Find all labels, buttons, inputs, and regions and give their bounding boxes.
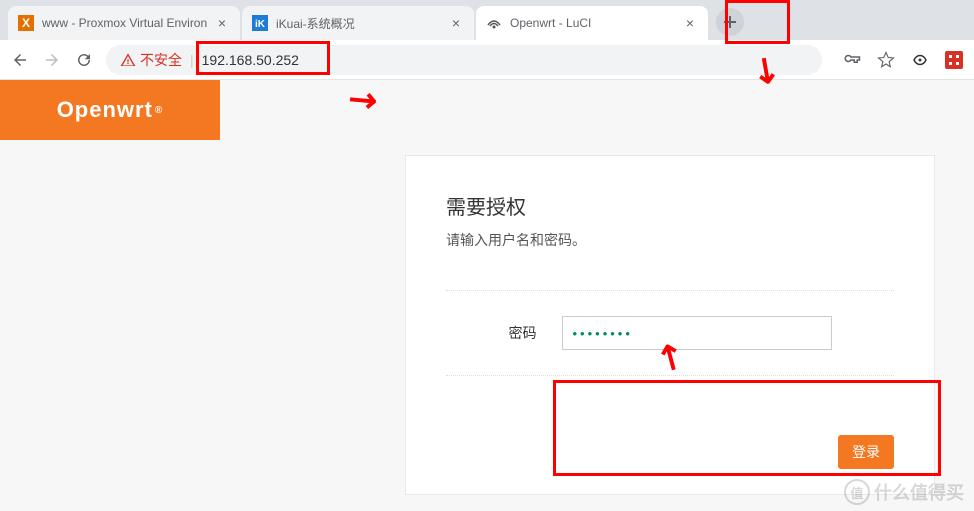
arrow-right-icon [43, 51, 61, 69]
openwrt-icon [486, 15, 502, 31]
brand-logo: Openwrt® [0, 80, 220, 140]
url-text: 192.168.50.252 [202, 52, 299, 68]
star-icon [877, 51, 895, 69]
auth-title: 需要授权 [446, 191, 894, 220]
extension-2[interactable] [944, 50, 964, 70]
tab-ikuai[interactable]: iK iKuai-系统概况 × [242, 6, 474, 40]
tab-openwrt[interactable]: Openwrt - LuCI × [476, 6, 708, 40]
arrow-left-icon [11, 51, 29, 69]
brand-text: Openwrt [57, 97, 153, 123]
login-button[interactable]: 登录 [838, 435, 894, 469]
reload-button[interactable] [74, 50, 94, 70]
page-content: Openwrt® 需要授权 请输入用户名和密码。 密码 登录 值 什么值得买 [0, 80, 974, 511]
close-icon[interactable]: × [448, 15, 464, 31]
tab-title: iKuai-系统概况 [276, 15, 448, 32]
extension-1[interactable] [910, 50, 930, 70]
plus-icon [723, 15, 737, 29]
tab-title: www - Proxmox Virtual Environ [42, 16, 214, 30]
browser-toolbar: 不安全 | 192.168.50.252 [0, 40, 974, 80]
tab-strip: X www - Proxmox Virtual Environ × iK iKu… [0, 0, 974, 40]
tab-title: Openwrt - LuCI [510, 16, 682, 30]
svg-text:X: X [22, 16, 30, 30]
svg-text:iK: iK [255, 19, 266, 30]
watermark-icon: 值 [844, 479, 870, 505]
bookmark-button[interactable] [876, 50, 896, 70]
new-tab-button[interactable] [716, 8, 744, 36]
warning-icon [120, 52, 136, 68]
ikuai-icon: iK [252, 15, 268, 31]
reload-icon [75, 51, 93, 69]
login-panel: 需要授权 请输入用户名和密码。 密码 登录 [405, 155, 935, 495]
password-row: 密码 [446, 290, 894, 376]
address-bar[interactable]: 不安全 | 192.168.50.252 [106, 45, 822, 75]
watermark-text: 什么值得买 [874, 479, 964, 505]
tab-proxmox[interactable]: X www - Proxmox Virtual Environ × [8, 6, 240, 40]
proxmox-icon: X [18, 15, 34, 31]
security-warning: 不安全 [120, 50, 182, 70]
back-button[interactable] [10, 50, 30, 70]
close-icon[interactable]: × [214, 15, 230, 31]
password-input[interactable] [562, 316, 832, 350]
watermark: 值 什么值得买 [844, 479, 964, 505]
password-label: 密码 [509, 323, 537, 343]
forward-button[interactable] [42, 50, 62, 70]
auth-subtitle: 请输入用户名和密码。 [446, 230, 894, 250]
close-icon[interactable]: × [682, 15, 698, 31]
not-secure-label: 不安全 [140, 50, 182, 70]
key-icon[interactable] [842, 50, 862, 70]
